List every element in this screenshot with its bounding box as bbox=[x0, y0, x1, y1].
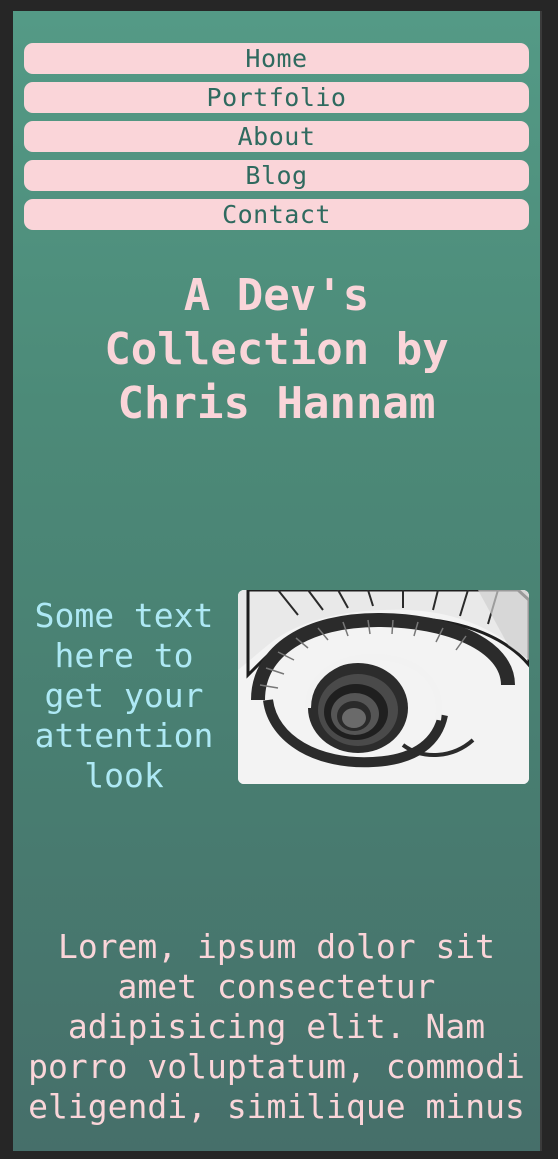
nav-item-blog[interactable]: Blog bbox=[24, 160, 529, 191]
page-title: A Dev's Collection by Chris Hannam bbox=[104, 270, 449, 429]
page-frame: Home Portfolio About Blog Contact A Dev'… bbox=[13, 11, 542, 1151]
spiral-staircase-image bbox=[238, 590, 529, 784]
nav-item-about[interactable]: About bbox=[24, 121, 529, 152]
main-nav: Home Portfolio About Blog Contact bbox=[24, 43, 529, 238]
nav-item-contact[interactable]: Contact bbox=[24, 199, 529, 230]
nav-item-portfolio[interactable]: Portfolio bbox=[24, 82, 529, 113]
nav-item-home[interactable]: Home bbox=[24, 43, 529, 74]
attention-text: Some text here to get your attention loo… bbox=[34, 596, 214, 795]
body-paragraph: Lorem, ipsum dolor sit amet consectetur … bbox=[28, 927, 525, 1126]
